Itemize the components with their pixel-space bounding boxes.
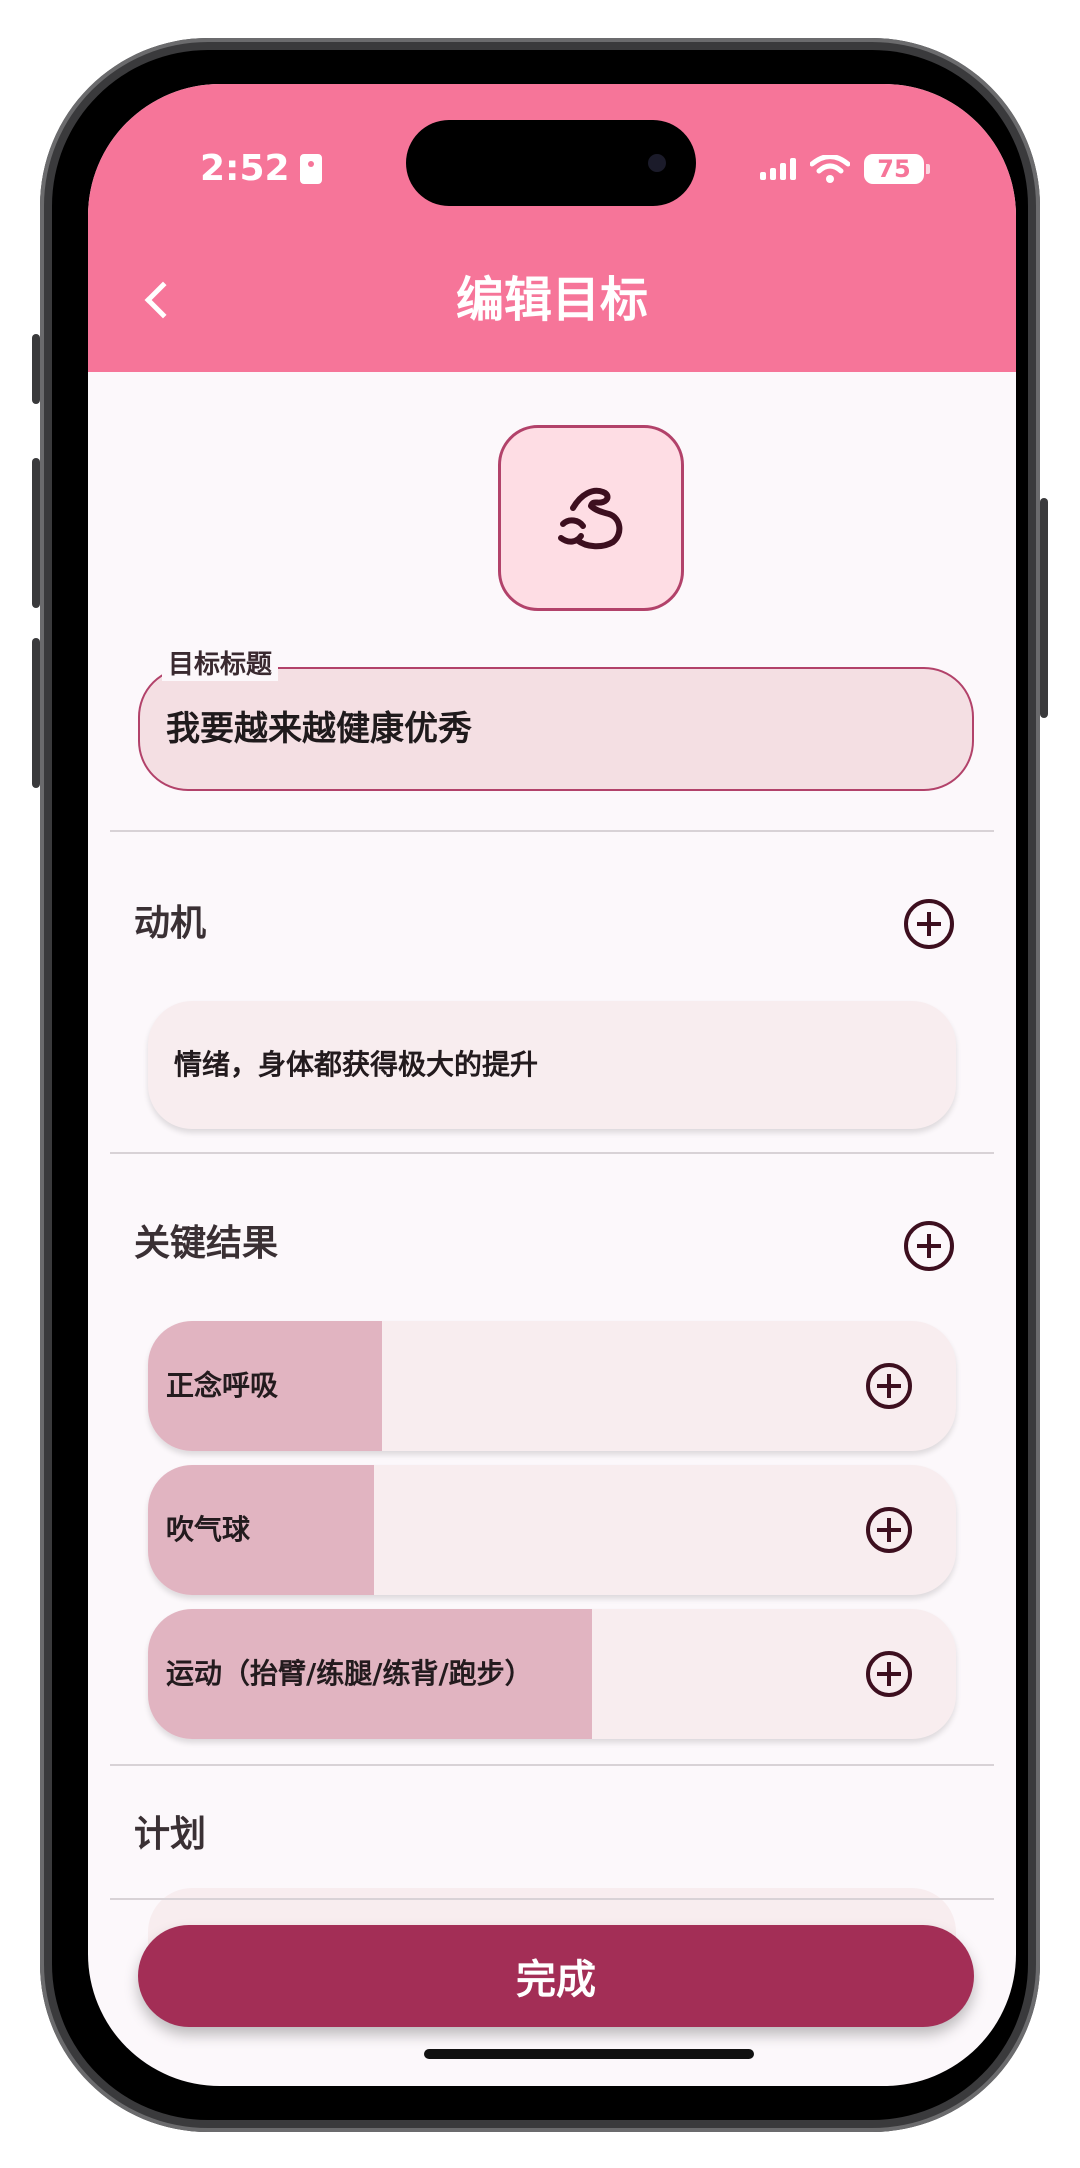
done-button[interactable]: 完成	[138, 1925, 974, 2027]
key-result-label: 吹气球	[166, 1513, 251, 1546]
page-title: 编辑目标	[455, 272, 648, 328]
goal-title-field[interactable]: 目标标题 我要越来越健康优秀	[138, 649, 974, 791]
phone-frame: 2:52 75 编辑目标 目标标题 我要越来越健康优秀 动机 情绪，身体都获得极…	[32, 38, 1048, 2132]
key-results-section-title: 关键结果	[134, 1223, 279, 1264]
goal-icon-picker[interactable]	[498, 425, 684, 611]
power-button	[1040, 498, 1048, 718]
goal-title-label: 目标标题	[162, 649, 279, 681]
key-result-label: 正念呼吸	[166, 1369, 279, 1402]
divider	[110, 1152, 994, 1154]
screen-bezel: 2:52 75 编辑目标 目标标题 我要越来越健康优秀 动机 情绪，身体都获得极…	[52, 50, 1028, 2120]
status-time: 2:52	[200, 148, 322, 189]
app-screen: 2:52 75 编辑目标 目标标题 我要越来越健康优秀 动机 情绪，身体都获得极…	[88, 84, 1016, 2086]
flexed-bicep-icon	[558, 487, 623, 550]
battery-level: 75	[877, 155, 911, 183]
status-time-text: 2:52	[200, 148, 290, 189]
add-motivation-button[interactable]	[904, 899, 954, 949]
app-header: 2:52 75 编辑目标	[88, 84, 1016, 372]
key-result-item[interactable]: 正念呼吸	[148, 1321, 956, 1451]
key-result-label: 运动（抬臂/练腿/练背/跑步）	[166, 1657, 533, 1690]
plan-section-title: 计划	[134, 1814, 207, 1855]
contact-card-icon	[299, 153, 322, 184]
wifi-icon	[810, 155, 850, 183]
key-result-item[interactable]: 运动（抬臂/练腿/练背/跑步）	[148, 1609, 956, 1739]
home-indicator[interactable]	[424, 2049, 754, 2059]
increment-key-result-button[interactable]	[866, 1507, 912, 1553]
motivation-item[interactable]: 情绪，身体都获得极大的提升	[148, 1001, 956, 1129]
increment-key-result-button[interactable]	[866, 1651, 912, 1697]
status-indicators: 75	[760, 154, 930, 184]
divider	[110, 1764, 994, 1766]
divider	[110, 1898, 994, 1900]
battery-icon: 75	[864, 154, 930, 184]
cellular-signal-icon	[760, 158, 796, 180]
volume-down-button	[32, 638, 40, 788]
increment-key-result-button[interactable]	[866, 1363, 912, 1409]
motivation-item-text: 情绪，身体都获得极大的提升	[174, 1048, 539, 1081]
add-key-result-button[interactable]	[904, 1221, 954, 1271]
goal-title-value[interactable]: 我要越来越健康优秀	[166, 705, 472, 753]
action-button	[32, 334, 40, 404]
volume-up-button	[32, 458, 40, 608]
key-result-item[interactable]: 吹气球	[148, 1465, 956, 1595]
dynamic-island	[406, 120, 696, 206]
motivation-section-title: 动机	[134, 903, 207, 944]
divider	[110, 830, 994, 832]
